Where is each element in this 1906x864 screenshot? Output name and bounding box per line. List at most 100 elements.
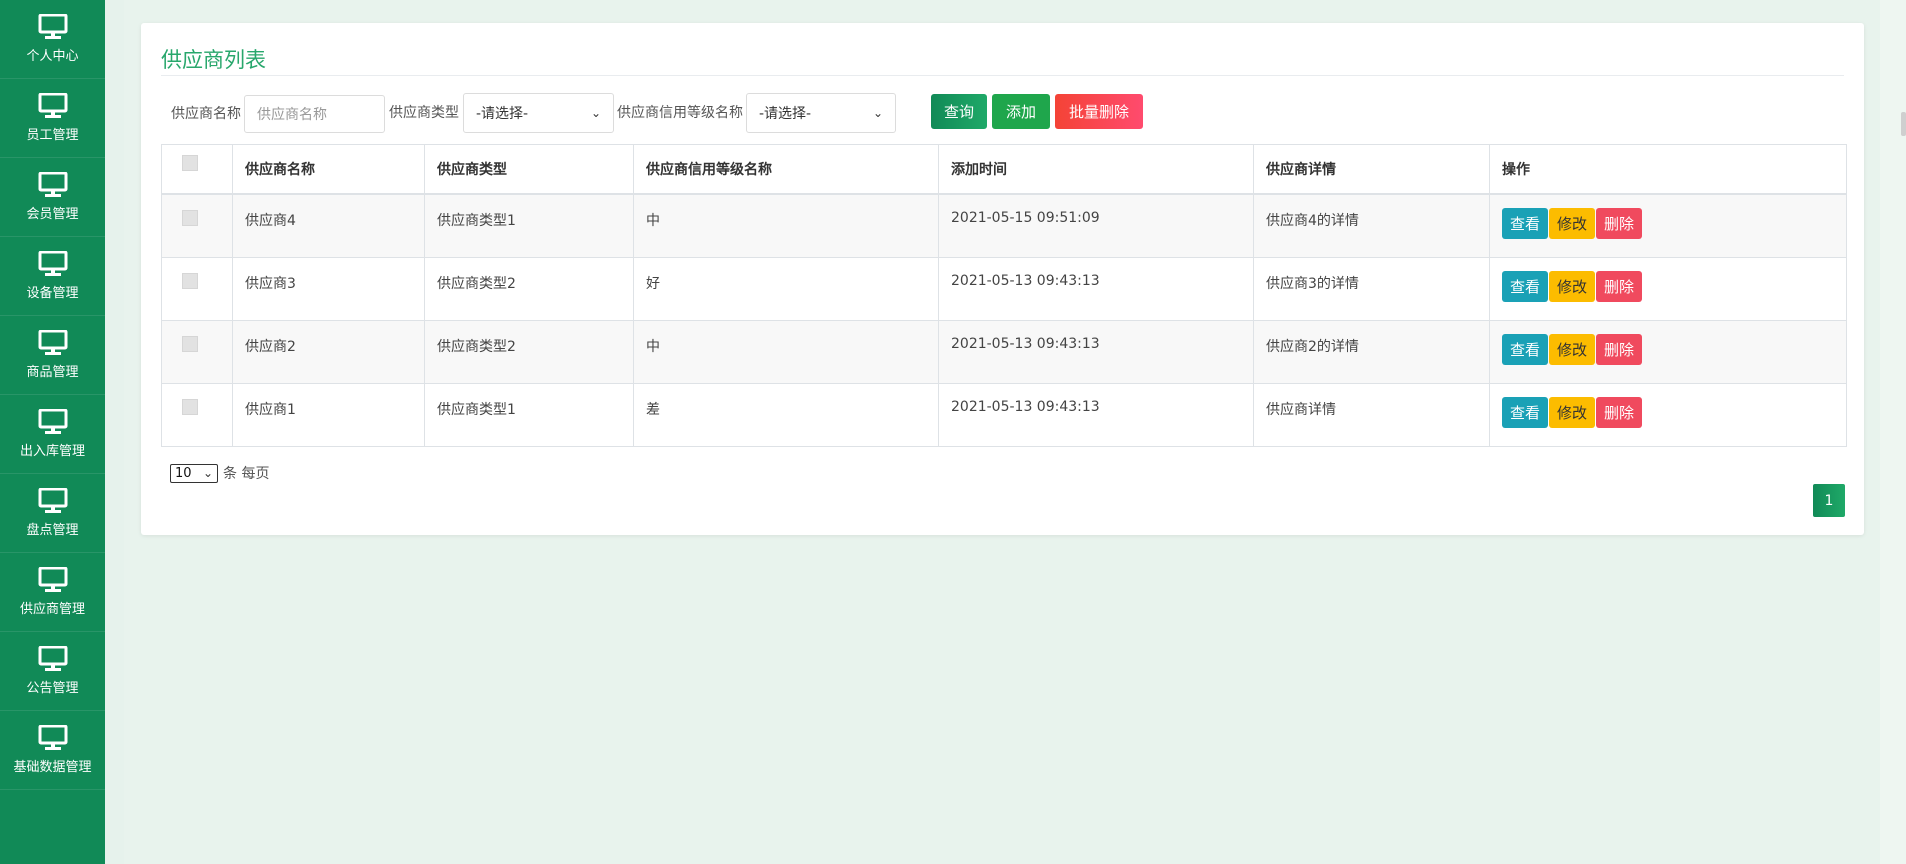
monitor-icon [38,409,67,434]
column-header[interactable]: 供应商信用等级名称 [634,145,939,193]
column-header[interactable]: 供应商名称 [233,145,425,193]
monitor-icon [38,330,67,355]
row-checkbox[interactable] [182,336,198,352]
column-header[interactable]: 添加时间 [939,145,1254,193]
batch-delete-button[interactable]: 批量删除 [1055,94,1143,129]
monitor-icon [38,725,67,750]
edit-button[interactable]: 修改 [1549,208,1596,239]
row-actions: 查看 修改 删除 [1490,321,1846,383]
monitor-icon [38,93,67,118]
supplier-name-label: 供应商名称 [171,106,241,122]
sidebar-item-notices[interactable]: 公告管理 [0,632,105,711]
cell-name: 供应商1 [233,384,425,446]
row-checkbox[interactable] [182,399,198,415]
add-button[interactable]: 添加 [992,94,1050,129]
row-checkbox[interactable] [182,273,198,289]
page-title: 供应商列表 [161,48,266,72]
chevron-down-icon: ⌄ [590,106,601,120]
edit-button[interactable]: 修改 [1549,271,1596,302]
cell-time: 2021-05-13 09:43:13 [939,384,1254,446]
cell-type: 供应商类型1 [425,195,634,257]
sidebar-item-label: 公告管理 [26,681,79,696]
cell-time: 2021-05-13 09:43:13 [939,258,1254,320]
scrollbar-thumb[interactable] [1901,112,1906,136]
sidebar-item-products[interactable]: 商品管理 [0,316,105,395]
cell-time: 2021-05-15 09:51:09 [939,195,1254,257]
sidebar-item-label: 商品管理 [26,365,79,380]
sidebar-item-label: 员工管理 [26,128,79,143]
sidebar-item-personal-center[interactable]: 个人中心 [0,0,105,79]
chevron-down-icon: ⌄ [872,106,883,120]
select-value: -请选择- [759,106,812,122]
select-all-checkbox[interactable] [182,155,198,171]
sidebar-item-inventory-check[interactable]: 盘点管理 [0,474,105,553]
cell-type: 供应商类型2 [425,321,634,383]
sidebar-item-label: 出入库管理 [19,444,85,459]
sidebar-item-label: 个人中心 [26,49,79,64]
monitor-icon [38,14,67,39]
table-row: 供应商2 供应商类型2 中 2021-05-13 09:43:13 供应商2的详… [162,321,1846,384]
monitor-icon [38,567,67,592]
cell-detail: 供应商详情 [1254,384,1490,446]
delete-button[interactable]: 删除 [1596,397,1643,428]
table-row: 供应商4 供应商类型1 中 2021-05-15 09:51:09 供应商4的详… [162,195,1846,258]
cell-type: 供应商类型1 [425,384,634,446]
sidebar-item-suppliers[interactable]: 供应商管理 [0,553,105,632]
cell-grade: 中 [634,321,939,383]
row-actions: 查看 修改 删除 [1490,195,1846,257]
page-size-select[interactable]: 10 ⌄ [170,463,218,483]
sidebar: 个人中心 员工管理 会员管理 设备管理 商品管理 出入库管理 盘点管理 供应商管… [0,0,105,864]
supplier-type-select[interactable]: -请选择- ⌄ [463,93,614,133]
cell-detail: 供应商4的详情 [1254,195,1490,257]
row-actions: 查看 修改 删除 [1490,384,1846,446]
row-checkbox[interactable] [182,210,198,226]
cell-time: 2021-05-13 09:43:13 [939,321,1254,383]
view-button[interactable]: 查看 [1502,397,1549,428]
sidebar-item-inout[interactable]: 出入库管理 [0,395,105,474]
cell-grade: 好 [634,258,939,320]
sidebar-item-equipment[interactable]: 设备管理 [0,237,105,316]
delete-button[interactable]: 删除 [1596,271,1643,302]
chevron-down-icon: ⌄ [202,466,213,480]
monitor-icon [38,172,67,197]
cell-grade: 中 [634,195,939,257]
cell-name: 供应商2 [233,321,425,383]
per-page-label: 条 每页 [223,466,270,482]
view-button[interactable]: 查看 [1502,271,1549,302]
cell-name: 供应商3 [233,258,425,320]
sidebar-item-label: 供应商管理 [19,602,85,617]
monitor-icon [38,251,67,276]
column-header[interactable]: 供应商类型 [425,145,634,193]
page-size-value: 10 [175,465,192,481]
cell-name: 供应商4 [233,195,425,257]
content-card: 供应商列表 供应商名称 供应商名称 供应商类型 -请选择- ⌄ 供应商信用等级名… [141,23,1864,535]
cell-grade: 差 [634,384,939,446]
select-value: -请选择- [476,106,529,122]
supplier-grade-select[interactable]: -请选择- ⌄ [746,93,896,133]
sidebar-item-label: 设备管理 [26,286,79,301]
view-button[interactable]: 查看 [1502,334,1549,365]
table-row: 供应商3 供应商类型2 好 2021-05-13 09:43:13 供应商3的详… [162,258,1846,321]
sidebar-item-base-data[interactable]: 基础数据管理 [0,711,105,790]
sidebar-item-label: 盘点管理 [26,523,79,538]
monitor-icon [38,646,67,671]
view-button[interactable]: 查看 [1502,208,1549,239]
cell-type: 供应商类型2 [425,258,634,320]
edit-button[interactable]: 修改 [1549,334,1596,365]
column-header: 操作 [1502,162,1530,178]
sidebar-item-label: 基础数据管理 [13,760,92,775]
monitor-icon [38,488,67,513]
table-row: 供应商1 供应商类型1 差 2021-05-13 09:43:13 供应商详情 … [162,384,1846,446]
delete-button[interactable]: 删除 [1596,334,1643,365]
query-button[interactable]: 查询 [931,94,987,129]
sidebar-item-members[interactable]: 会员管理 [0,158,105,237]
supplier-table: 供应商名称 供应商类型 供应商信用等级名称 添加时间 供应商详情 操作 供应商4… [161,144,1847,447]
page-number-button[interactable]: 1 [1813,484,1845,517]
sidebar-item-label: 会员管理 [26,207,79,222]
table-header: 供应商名称 供应商类型 供应商信用等级名称 添加时间 供应商详情 操作 [162,145,1846,195]
sidebar-item-staff[interactable]: 员工管理 [0,79,105,158]
supplier-name-input[interactable]: 供应商名称 [244,95,385,133]
delete-button[interactable]: 删除 [1596,208,1643,239]
column-header[interactable]: 供应商详情 [1254,145,1490,193]
edit-button[interactable]: 修改 [1549,397,1596,428]
